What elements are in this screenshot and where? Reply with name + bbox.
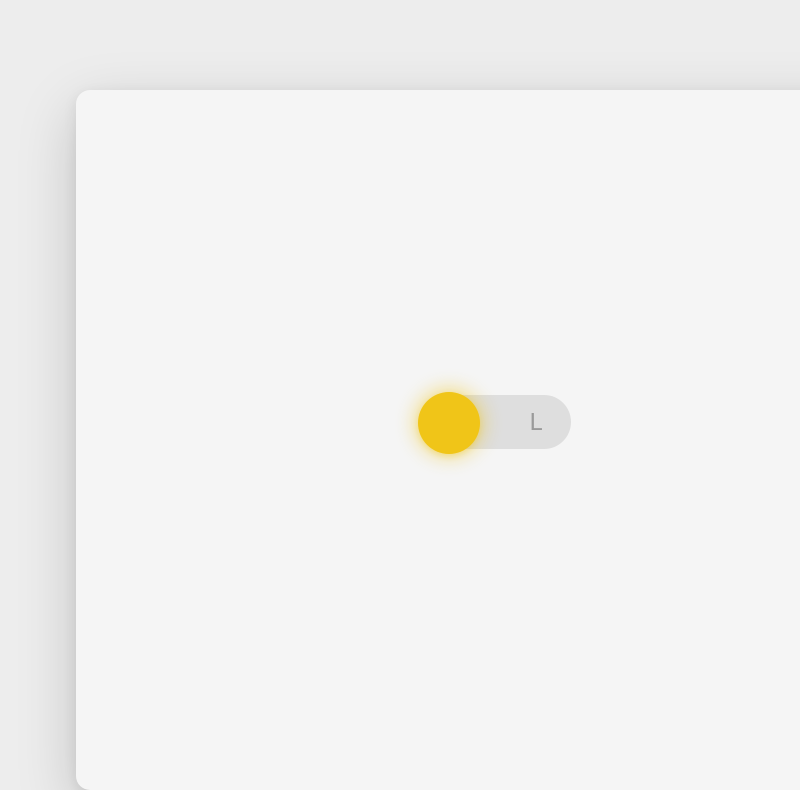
card-panel: L — [76, 90, 800, 790]
toggle-switch[interactable]: L — [421, 395, 571, 449]
toggle-knob — [418, 392, 480, 454]
toggle-right-label: L — [530, 408, 543, 436]
